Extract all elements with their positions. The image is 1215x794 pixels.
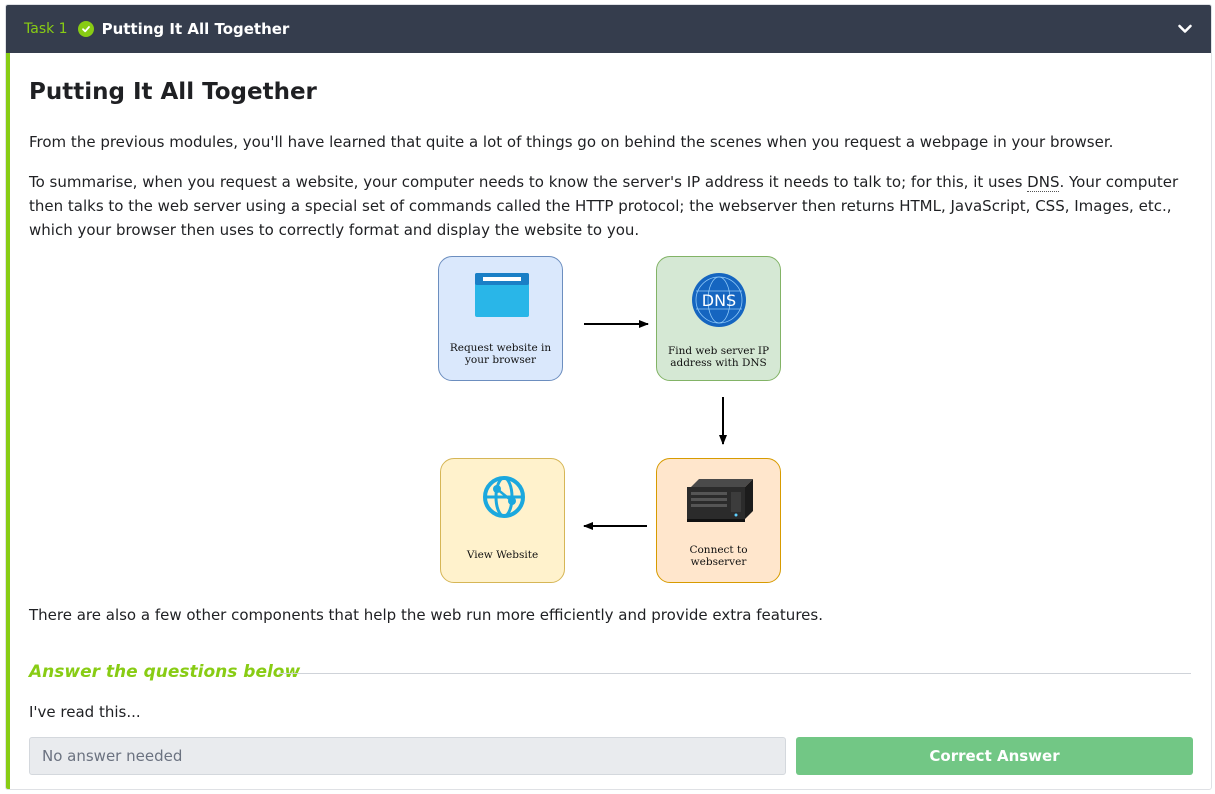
step-connect-label: Connect to webserver: [689, 544, 748, 568]
completed-accent-bar: [6, 53, 10, 789]
step-connect-webserver: Connect to webserver: [656, 458, 781, 583]
summary-text-start: To summarise, when you request a website…: [29, 173, 1028, 191]
correct-answer-button[interactable]: Correct Answer: [796, 737, 1193, 775]
task-content: Putting It All Together From the previou…: [29, 53, 1193, 789]
answer-input[interactable]: [29, 737, 786, 775]
step-request-label: Request website in your browser: [449, 342, 552, 366]
closing-paragraph: There are also a few other components th…: [29, 606, 823, 624]
step-request-website: Request website in your browser: [438, 256, 563, 381]
dns-icon-text: DNS: [702, 291, 736, 310]
section-heading: Putting It All Together: [29, 79, 317, 105]
dns-globe-icon: DNS: [692, 273, 746, 327]
web-globe-icon: [483, 476, 525, 518]
step-find-dns: DNS Find web server IP address with DNS: [656, 256, 781, 381]
step-view-website: View Website: [440, 458, 565, 583]
section-divider: [279, 673, 1191, 674]
browser-window-icon: [475, 273, 529, 317]
server-icon: [687, 479, 753, 522]
intro-paragraph: From the previous modules, you'll have l…: [29, 133, 1114, 151]
task-title: Putting It All Together: [101, 20, 290, 38]
question-text: I've read this...: [29, 703, 141, 721]
check-circle-icon: [77, 21, 94, 37]
dns-abbreviation[interactable]: DNS: [1027, 173, 1060, 192]
chevron-down-icon[interactable]: [1177, 21, 1193, 37]
step-dns-label: Find web server IP address with DNS: [667, 345, 770, 369]
task-number: Task 1: [24, 21, 68, 37]
task-header[interactable]: Task 1 Putting It All Together: [6, 5, 1211, 53]
request-flow-diagram: Request website in your browser DNS Find…: [436, 256, 788, 590]
task-panel: Task 1 Putting It All Together Putting I…: [5, 4, 1212, 790]
step-view-label: View Website: [466, 549, 539, 561]
answer-section-heading: Answer the questions below: [29, 662, 301, 682]
summary-paragraph: To summarise, when you request a website…: [29, 170, 1191, 242]
